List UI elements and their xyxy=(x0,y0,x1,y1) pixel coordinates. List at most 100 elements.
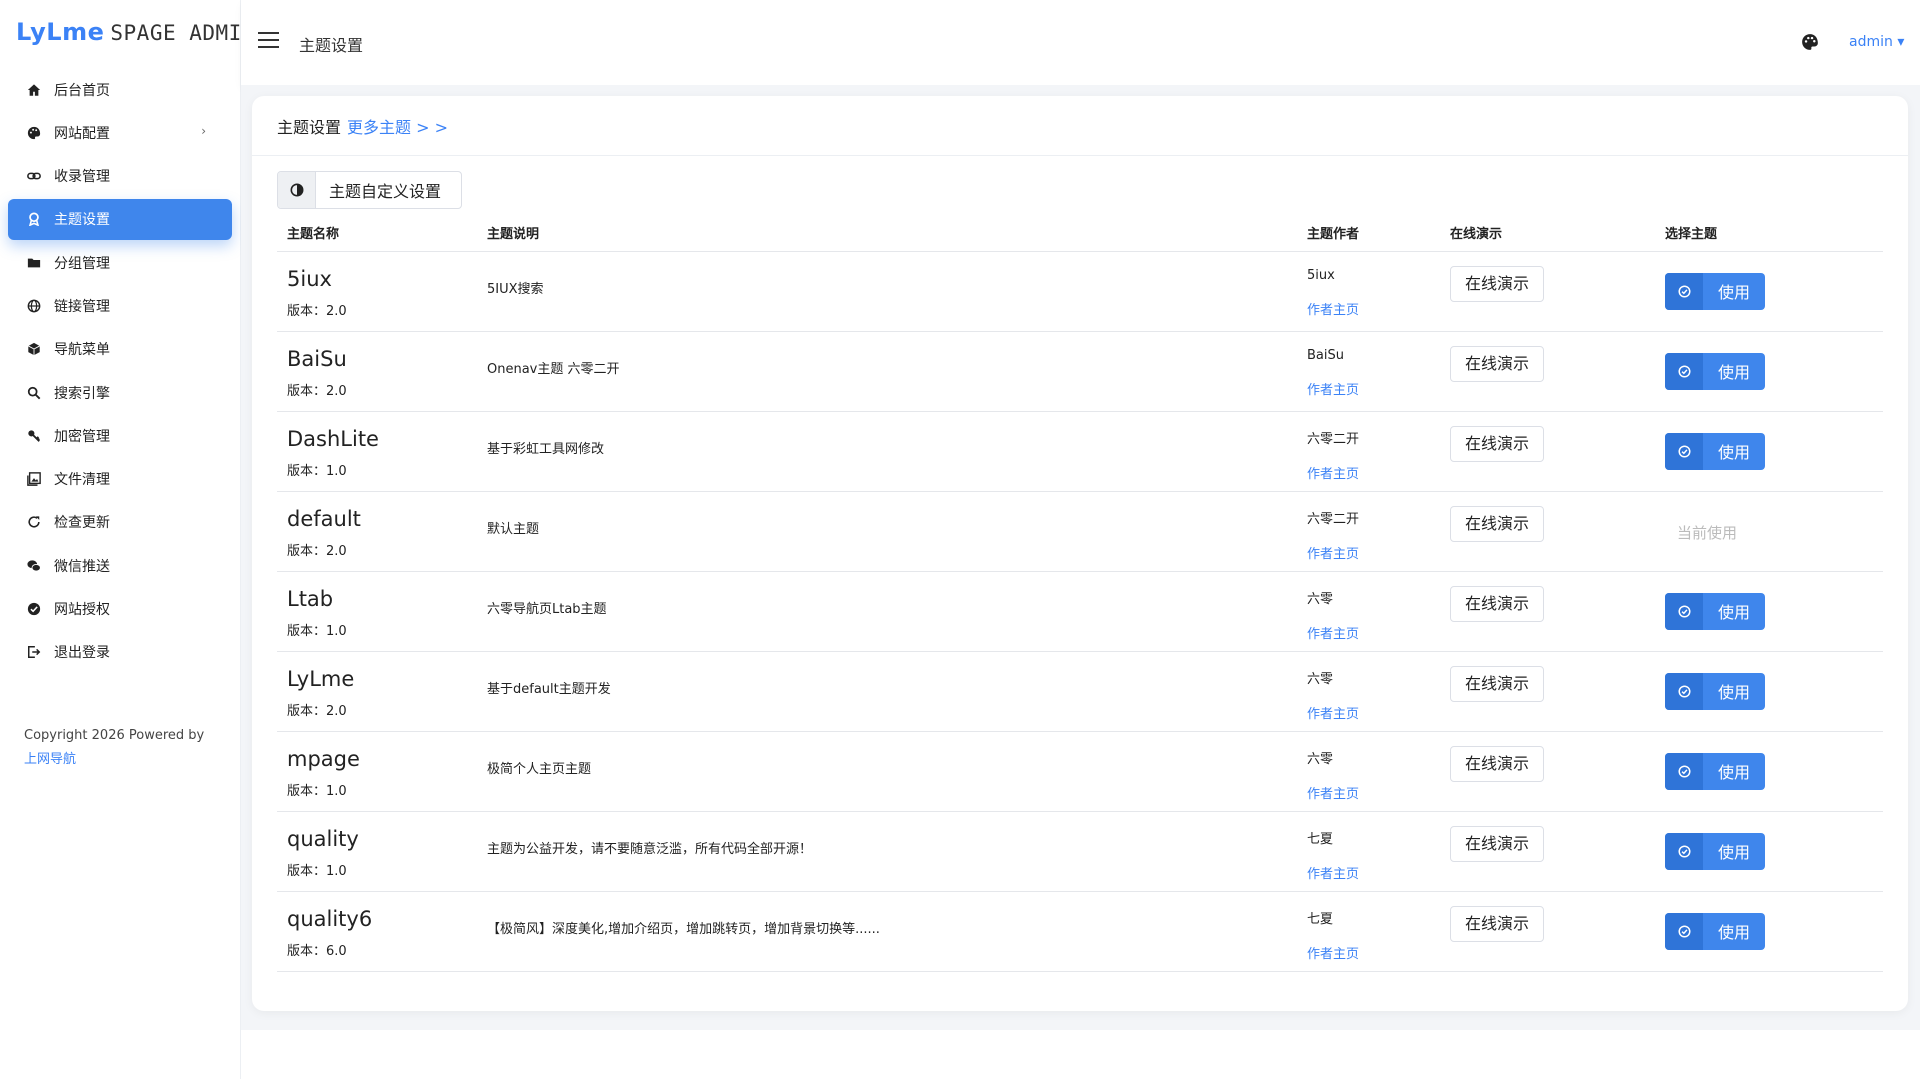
demo-button[interactable]: 在线演示 xyxy=(1450,345,1544,382)
theme-select-cell: 使用 xyxy=(1655,731,1883,812)
version-number: 6.0 xyxy=(326,943,347,959)
version-prefix: 版本： xyxy=(287,383,327,399)
use-theme-button[interactable]: 使用 xyxy=(1665,832,1765,870)
use-theme-button[interactable]: 使用 xyxy=(1665,912,1765,950)
theme-author-cell: 七夏 作者主页 xyxy=(1297,811,1440,892)
demo-button[interactable]: 在线演示 xyxy=(1450,825,1544,862)
theme-select-cell: 使用 xyxy=(1655,251,1883,332)
theme-author: 5iux xyxy=(1307,267,1335,283)
copyright-link[interactable]: 上网导航 xyxy=(24,748,204,772)
use-theme-button[interactable]: 使用 xyxy=(1665,672,1765,710)
author-home-link[interactable]: 作者主页 xyxy=(1307,703,1440,722)
sidebar-item-label: 分组管理 xyxy=(54,255,110,272)
check-circle-icon xyxy=(1665,432,1703,470)
check-circle-icon xyxy=(1665,352,1703,390)
theme-version: 版本：2.0 xyxy=(287,380,477,399)
theme-select-cell: 使用 xyxy=(1655,651,1883,732)
sidebar-item-8[interactable]: 加密管理 xyxy=(8,415,232,456)
version-prefix: 版本： xyxy=(287,703,327,719)
theme-description: 极简个人主页主题 xyxy=(487,761,592,777)
demo-button[interactable]: 在线演示 xyxy=(1450,505,1544,542)
more-themes-link[interactable]: 更多主题 > > xyxy=(347,114,448,138)
sidebar-item-7[interactable]: 搜索引擎 xyxy=(8,372,232,413)
link-icon xyxy=(25,167,43,185)
theme-demo-cell: 在线演示 xyxy=(1440,731,1655,812)
app-logo[interactable]: LyLme SPAGE ADMIN xyxy=(16,18,255,46)
sidebar-item-1[interactable]: 网站配置 › xyxy=(8,112,232,153)
theme-desc-cell: 六零导航页Ltab主题 xyxy=(477,571,1297,652)
use-theme-button[interactable]: 使用 xyxy=(1665,272,1765,310)
theme-name-cell: LyLme 版本：2.0 xyxy=(277,651,477,732)
globe-icon xyxy=(25,297,43,315)
theme-name: BaiSu xyxy=(287,346,347,371)
demo-button[interactable]: 在线演示 xyxy=(1450,425,1544,462)
sidebar-item-label: 主题设置 xyxy=(54,212,110,229)
use-theme-label: 使用 xyxy=(1717,923,1750,942)
author-home-link[interactable]: 作者主页 xyxy=(1307,863,1440,882)
theme-customize-label: 主题自定义设置 xyxy=(329,182,442,201)
sidebar-item-3[interactable]: 主题设置 xyxy=(8,198,232,240)
theme-table: 主题名称 主题说明 主题作者 在线演示 选择主题 5iux 版本：2.0 5IUX搜… xyxy=(277,215,1883,972)
sidebar-item-9[interactable]: 文件清理 xyxy=(8,459,232,500)
brand-name: LyLme xyxy=(16,18,105,46)
theme-name-cell: Ltab 版本：1.0 xyxy=(277,571,477,652)
author-home-link[interactable]: 作者主页 xyxy=(1307,543,1440,562)
theme-select-cell: 使用 xyxy=(1655,331,1883,412)
sidebar-item-4[interactable]: 分组管理 xyxy=(8,242,232,283)
folder-icon xyxy=(25,254,43,272)
author-home-link[interactable]: 作者主页 xyxy=(1307,379,1440,398)
column-header-desc: 主题说明 xyxy=(477,215,1297,252)
author-home-link[interactable]: 作者主页 xyxy=(1307,299,1440,318)
theme-desc-cell: 基于default主题开发 xyxy=(477,651,1297,732)
sidebar-item-13[interactable]: 退出登录 xyxy=(8,632,232,673)
theme-author-cell: 六零 作者主页 xyxy=(1297,651,1440,732)
author-home-link[interactable]: 作者主页 xyxy=(1307,623,1440,642)
theme-desc-cell: 5IUX搜索 xyxy=(477,251,1297,332)
check-circle-icon xyxy=(1665,912,1703,950)
use-theme-label: 使用 xyxy=(1717,603,1750,622)
use-theme-button[interactable]: 使用 xyxy=(1665,432,1765,470)
use-theme-button[interactable]: 使用 xyxy=(1665,352,1765,390)
copyright-text: Copyright 2026 Powered by xyxy=(24,728,205,743)
theme-author-cell: 六零 作者主页 xyxy=(1297,571,1440,652)
sidebar-item-label: 链接管理 xyxy=(54,298,110,315)
sidebar-item-2[interactable]: 收录管理 xyxy=(8,156,232,197)
sidebar-item-label: 导航菜单 xyxy=(54,342,110,359)
menu-toggle-icon[interactable] xyxy=(258,32,279,48)
user-menu[interactable]: admin ▾ xyxy=(1849,34,1904,50)
theme-version: 版本：6.0 xyxy=(287,940,477,959)
sidebar-item-0[interactable]: 后台首页 xyxy=(8,69,232,110)
image-icon xyxy=(25,470,43,488)
palette-icon[interactable] xyxy=(1801,33,1819,51)
use-theme-button[interactable]: 使用 xyxy=(1665,592,1765,630)
demo-button[interactable]: 在线演示 xyxy=(1450,905,1544,942)
author-home-link[interactable]: 作者主页 xyxy=(1307,943,1440,962)
sidebar-item-11[interactable]: 微信推送 xyxy=(8,545,232,586)
sidebar-item-5[interactable]: 链接管理 xyxy=(8,285,232,326)
theme-name-cell: mpage 版本：1.0 xyxy=(277,731,477,812)
use-theme-button[interactable]: 使用 xyxy=(1665,752,1765,790)
sidebar-item-6[interactable]: 导航菜单 xyxy=(8,329,232,370)
theme-demo-cell: 在线演示 xyxy=(1440,811,1655,892)
table-row: BaiSu 版本：2.0 Onenav主题 六零二开 BaiSu 作者主页 在线演示 使用 xyxy=(277,331,1883,412)
theme-customize-button[interactable]: 主题自定义设置 xyxy=(277,171,462,209)
column-header-name: 主题名称 xyxy=(277,215,477,252)
demo-button[interactable]: 在线演示 xyxy=(1450,585,1544,622)
theme-author: 六零 xyxy=(1307,591,1334,607)
check-circle-icon xyxy=(1665,832,1703,870)
sidebar-item-label: 收录管理 xyxy=(54,169,110,186)
demo-button[interactable]: 在线演示 xyxy=(1450,265,1544,302)
theme-desc-cell: 主题为公益开发，请不要随意泛滥，所有代码全部开源！ xyxy=(477,811,1297,892)
card-header: 主题设置 更多主题 > > xyxy=(252,96,1908,156)
theme-author: 六零 xyxy=(1307,671,1334,687)
sidebar-item-12[interactable]: 网站授权 xyxy=(8,589,232,630)
theme-icon xyxy=(25,210,43,228)
author-home-link[interactable]: 作者主页 xyxy=(1307,463,1440,482)
sidebar-item-10[interactable]: 检查更新 xyxy=(8,502,232,543)
search-icon xyxy=(25,384,43,402)
theme-author: 七夏 xyxy=(1307,911,1334,927)
demo-button[interactable]: 在线演示 xyxy=(1450,665,1544,702)
author-home-link[interactable]: 作者主页 xyxy=(1307,783,1440,802)
theme-desc-cell: 基于彩虹工具网修改 xyxy=(477,411,1297,492)
demo-button[interactable]: 在线演示 xyxy=(1450,745,1544,782)
